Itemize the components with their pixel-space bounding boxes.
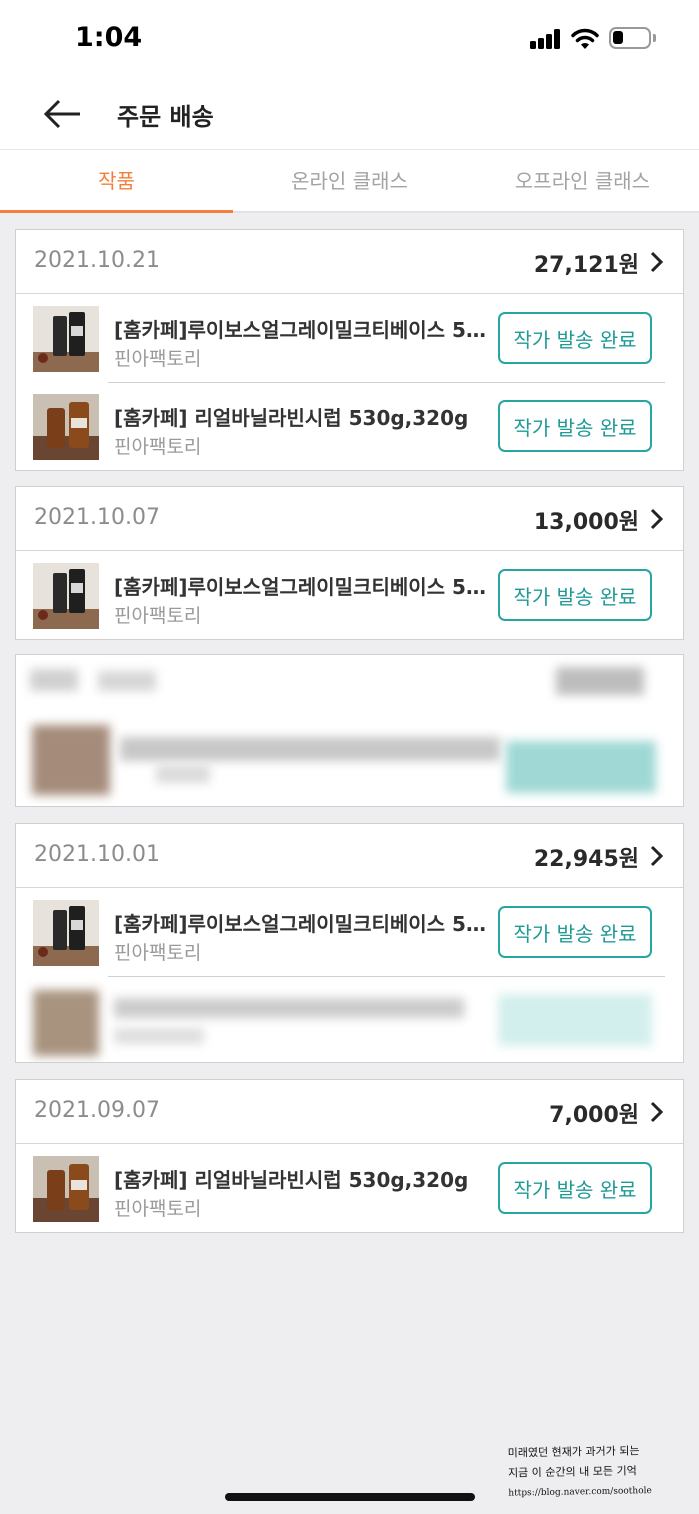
order-card: 2021.10.21 27,121원 [홈카페]루이보스얼그레이밀크티베이스 5… [15,229,684,471]
order-item[interactable]: [홈카페] 리얼바닐라빈시럽 530g,320g 핀아팩토리 작가 발송 완료 [16,1144,683,1232]
item-divider [108,382,665,383]
redacted-order-card [15,654,684,807]
order-card: 2021.10.01 22,945원 [홈카페]루이보스얼그레이밀크티베이스 5… [15,823,684,1063]
order-card: 2021.10.07 13,000원 [홈카페]루이보스얼그레이밀크티베이스 5… [15,486,684,640]
seller-name: 핀아팩토리 [114,942,202,964]
order-header[interactable]: 2021.10.21 27,121원 [16,230,683,294]
product-name: [홈카페]루이보스얼그레이밀크티베이스 500g [114,318,492,342]
chevron-right-icon [650,1101,664,1123]
order-total: 7,000원 [549,1103,639,1128]
order-total: 27,121원 [533,253,639,278]
status-bar: 1:04 [0,0,699,80]
cellular-signal-icon [530,29,562,49]
order-item[interactable]: [홈카페]루이보스얼그레이밀크티베이스 500g 핀아팩토리 작가 발송 완료 [16,888,683,976]
product-thumbnail-tea [33,306,99,372]
order-date: 2021.10.01 [34,842,160,867]
app-header: 주문 배송 [0,80,699,150]
order-date: 2021.10.21 [34,248,160,273]
order-header[interactable]: 2021.10.07 13,000원 [16,487,683,551]
order-date: 2021.09.07 [34,1098,160,1123]
tab-offline-class[interactable]: 오프라인 클래스 [466,150,699,213]
seller-name: 핀아팩토리 [114,605,202,627]
product-name: [홈카페]루이보스얼그레이밀크티베이스 500g [114,575,492,599]
seller-name: 핀아팩토리 [114,348,202,370]
product-thumbnail-syrup [33,1156,99,1222]
shipping-status-button[interactable]: 작가 발송 완료 [498,1162,652,1214]
product-thumbnail-tea [33,900,99,966]
redacted-order-item [16,976,683,1062]
shipping-status-button[interactable]: 작가 발송 완료 [498,906,652,958]
seller-name: 핀아팩토리 [114,436,202,458]
tab-works[interactable]: 작품 [0,150,233,213]
watermark-url: https://blog.naver.com/soothole [508,1486,652,1499]
order-total: 22,945원 [533,847,639,872]
order-header[interactable]: 2021.10.01 22,945원 [16,824,683,888]
wifi-icon [571,28,599,49]
active-tab-indicator [0,210,233,213]
back-arrow-icon[interactable] [40,94,86,134]
product-name: [홈카페] 리얼바닐라빈시럽 530g,320g [114,1168,469,1192]
chevron-right-icon [650,508,664,530]
chevron-right-icon [650,845,664,867]
shipping-status-button[interactable]: 작가 발송 완료 [498,569,652,621]
status-time: 1:04 [75,22,143,53]
blog-watermark: 미래였던 현재가 과거가 되는 지금 이 순간의 내 모든 기억 https:/… [507,1440,688,1503]
order-item[interactable]: [홈카페]루이보스얼그레이밀크티베이스 500g 핀아팩토리 작가 발송 완료 [16,294,683,382]
order-item[interactable]: [홈카페] 리얼바닐라빈시럽 530g,320g 핀아팩토리 작가 발송 완료 [16,382,683,470]
seller-name: 핀아팩토리 [114,1198,202,1220]
order-date: 2021.10.07 [34,505,160,530]
product-name: [홈카페]루이보스얼그레이밀크티베이스 500g [114,912,492,936]
home-indicator[interactable] [225,1493,475,1501]
battery-icon [609,27,656,49]
order-header[interactable]: 2021.09.07 7,000원 [16,1080,683,1144]
shipping-status-button[interactable]: 작가 발송 완료 [498,400,652,452]
order-item[interactable]: [홈카페]루이보스얼그레이밀크티베이스 500g 핀아팩토리 작가 발송 완료 [16,551,683,639]
chevron-right-icon [650,251,664,273]
page-title: 주문 배송 [117,103,214,131]
item-divider [108,976,665,977]
product-name: [홈카페] 리얼바닐라빈시럽 530g,320g [114,406,469,430]
product-thumbnail-syrup [33,394,99,460]
product-thumbnail-tea [33,563,99,629]
order-total: 13,000원 [533,510,639,535]
tab-online-class[interactable]: 온라인 클래스 [233,150,466,213]
order-card: 2021.09.07 7,000원 [홈카페] 리얼바닐라빈시럽 530g,32… [15,1079,684,1233]
shipping-status-button[interactable]: 작가 발송 완료 [498,312,652,364]
tab-bar: 작품 온라인 클래스 오프라인 클래스 [0,150,699,213]
